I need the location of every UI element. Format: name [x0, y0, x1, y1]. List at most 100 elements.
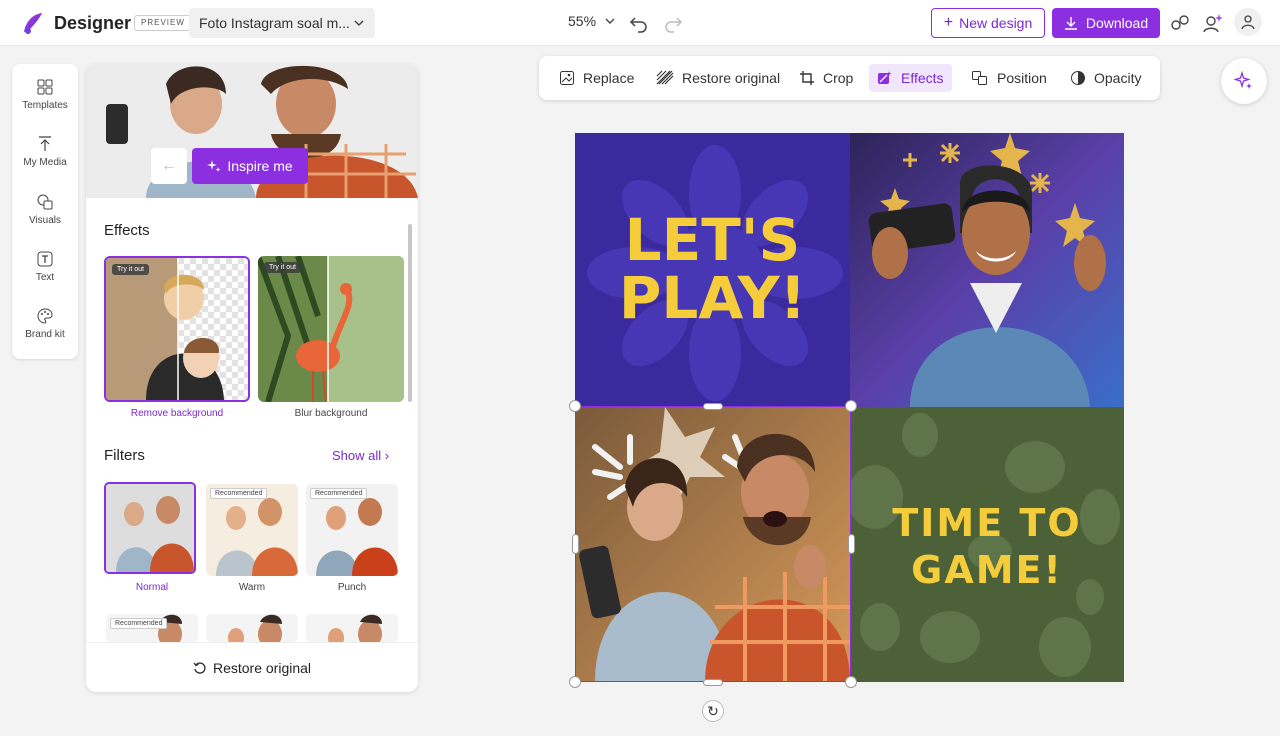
replace-button[interactable]: Replace [551, 64, 642, 92]
try-it-out-badge: Try it out [264, 262, 301, 273]
rail-item-brand-kit[interactable]: Brand kit [12, 307, 78, 340]
effects-heading: Effects [104, 222, 150, 239]
opacity-label: Opacity [1094, 70, 1142, 86]
left-rail: Templates My Media Visuals Text Brand ki… [12, 64, 78, 359]
templates-icon [37, 79, 53, 95]
resize-handle-bottom-right[interactable] [845, 676, 857, 688]
resize-handle-bottom[interactable] [703, 679, 723, 686]
resize-handle-top-left[interactable] [569, 400, 581, 412]
opacity-button[interactable]: Opacity [1062, 64, 1149, 92]
share-icon[interactable] [1168, 11, 1192, 35]
rail-label: Brand kit [25, 329, 65, 340]
recommended-badge: Recommended [310, 488, 368, 499]
undo-icon[interactable] [628, 12, 650, 34]
restore-original-label: Restore original [212, 659, 312, 676]
effect-label: Blur background [294, 408, 368, 419]
filter-row2-2[interactable] [206, 614, 298, 642]
resize-handle-bottom-left[interactable] [569, 676, 581, 688]
chevron-down-icon [354, 20, 364, 26]
show-all-link[interactable]: Show all › [332, 448, 389, 463]
rotate-icon: ↻ [707, 702, 719, 719]
rail-item-templates[interactable]: Templates [12, 78, 78, 111]
recommended-badge: Recommended [210, 488, 268, 499]
preview-badge: PREVIEW [134, 15, 192, 31]
resize-handle-top-right[interactable] [845, 400, 857, 412]
filter-row2-1[interactable]: Recommended [106, 614, 198, 642]
filter-thumbnail [306, 614, 398, 642]
restore-original-toolbar-label: Restore original [682, 70, 781, 86]
filter-label: Normal [135, 582, 169, 593]
position-icon [972, 71, 987, 85]
visuals-icon [37, 194, 53, 210]
rail-item-text[interactable]: Text [12, 250, 78, 283]
resize-handle-left[interactable] [572, 534, 579, 554]
download-icon [1064, 17, 1077, 30]
inspire-me-button[interactable]: Inspire me [192, 148, 308, 184]
effects-button[interactable]: Effects [869, 64, 952, 92]
time-to-game-tile[interactable]: TIME TO GAME! [850, 407, 1124, 682]
restore-original-icon [656, 70, 674, 85]
download-button[interactable]: Download [1052, 8, 1160, 38]
filter-row2-3[interactable] [306, 614, 398, 642]
copilot-button[interactable] [1221, 58, 1267, 104]
document-name-dropdown[interactable]: Foto Instagram soal m... [189, 8, 375, 38]
rail-item-visuals[interactable]: Visuals [12, 193, 78, 226]
zoom-dropdown[interactable]: 55% [568, 13, 616, 29]
filters-heading: Filters [104, 447, 145, 464]
position-button[interactable]: Position [963, 64, 1055, 92]
lets-text[interactable]: LET'S [575, 211, 850, 269]
effect-blur-background[interactable]: Try it out [258, 256, 404, 402]
gamer-photo [850, 133, 1124, 407]
arrow-left-icon: ← [161, 157, 177, 174]
effect-remove-background[interactable]: Try it out [104, 256, 250, 402]
filter-label: Punch [337, 582, 367, 593]
effects-label: Effects [901, 70, 944, 86]
chevron-right-icon: › [384, 448, 390, 463]
gamer-photo-tile[interactable] [850, 133, 1124, 407]
panel-scrollbar[interactable] [408, 224, 412, 402]
person-icon [1241, 15, 1255, 30]
new-design-button[interactable]: + New design [931, 8, 1045, 38]
rail-label: Templates [22, 100, 68, 111]
crop-button[interactable]: Crop [791, 64, 861, 92]
rail-label: Visuals [28, 215, 62, 226]
resize-handle-right[interactable] [848, 534, 855, 554]
filter-thumbnail [106, 484, 194, 572]
replace-image-icon [560, 71, 574, 85]
rail-label: My Media [23, 157, 67, 168]
rail-item-my-media[interactable]: My Media [12, 135, 78, 168]
flamingo-photo-thumbnail [258, 256, 404, 402]
back-button[interactable]: ← [151, 148, 187, 184]
image-toolbar: Replace Restore original Crop Effects Po… [539, 56, 1160, 100]
rotate-handle[interactable]: ↻ [702, 700, 724, 722]
child-photo-thumbnail [106, 258, 248, 400]
crop-icon [800, 71, 814, 85]
resize-handle-top[interactable] [703, 403, 723, 410]
inspiration-photo: ← Inspire me [86, 64, 418, 198]
restore-original-button[interactable]: Restore original [86, 642, 418, 692]
top-bar: Designer PREVIEW Foto Instagram soal m..… [0, 0, 1280, 46]
filter-warm[interactable]: Recommended [206, 484, 298, 576]
inspire-me-label: Inspire me [227, 158, 293, 174]
sparkle-person-icon[interactable] [1201, 11, 1225, 35]
redo-icon[interactable] [662, 12, 684, 34]
restore-original-toolbar-button[interactable]: Restore original [648, 64, 788, 92]
chevron-down-icon [605, 18, 615, 24]
opacity-icon [1071, 71, 1085, 85]
designer-logo-icon[interactable] [20, 10, 46, 36]
game-text[interactable]: GAME! [850, 549, 1124, 591]
new-design-label: New design [959, 15, 1033, 31]
sparkle-icon [207, 160, 221, 172]
account-avatar[interactable] [1234, 8, 1262, 36]
document-name: Foto Instagram soal m... [199, 15, 350, 31]
play-text[interactable]: PLAY! [575, 269, 850, 327]
filter-punch[interactable]: Recommended [306, 484, 398, 576]
try-it-out-badge: Try it out [112, 264, 149, 275]
lets-play-tile[interactable]: LET'S PLAY! [575, 133, 850, 407]
time-to-text[interactable]: TIME TO [850, 502, 1124, 544]
zoom-level: 55% [568, 13, 597, 29]
effect-label: Remove background [130, 408, 224, 419]
filter-normal[interactable] [104, 482, 196, 574]
brand-kit-icon [37, 308, 53, 324]
effects-icon [878, 71, 892, 84]
